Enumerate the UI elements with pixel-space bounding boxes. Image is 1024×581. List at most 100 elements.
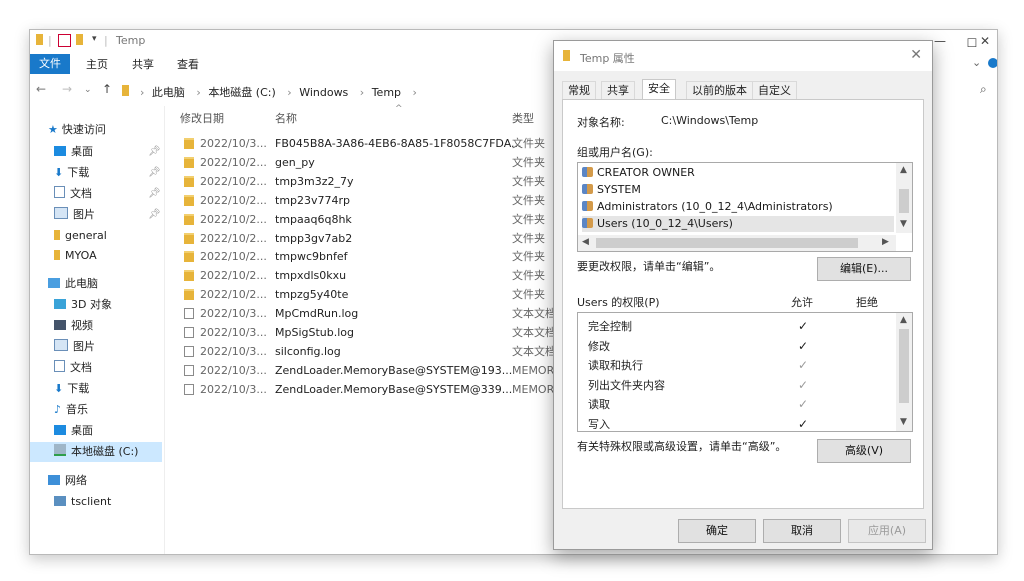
allow-check-icon: ✓ [798, 397, 809, 411]
nav-pictures[interactable]: 图片 [54, 205, 95, 225]
breadcrumb-item[interactable]: 本地磁盘 (C:) [208, 86, 275, 99]
nav-this-pc[interactable]: 此电脑 [48, 274, 98, 294]
column-header-type[interactable]: 类型 [512, 110, 534, 126]
nav-music[interactable]: ♪ 音乐 [54, 400, 88, 420]
file-type: 文件夹 [512, 137, 545, 150]
breadcrumb-item[interactable]: 此电脑 [152, 86, 185, 99]
users-listbox[interactable]: CREATOR OWNER SYSTEM Administrators (10_… [577, 162, 913, 252]
nav-videos[interactable]: 视频 [54, 316, 93, 336]
back-icon[interactable]: ← [36, 82, 46, 96]
list-item-selected[interactable]: Users (10_0_12_4\Users) [582, 216, 894, 232]
breadcrumb-item[interactable]: Windows [299, 86, 348, 99]
cancel-button[interactable]: 取消 [763, 519, 841, 543]
list-item[interactable]: Administrators (10_0_12_4\Administrators… [582, 199, 833, 215]
nav-documents[interactable]: 文档 [54, 184, 92, 204]
column-header-date[interactable]: 修改日期 [180, 110, 224, 126]
folder-icon [184, 138, 194, 149]
up-icon[interactable]: ↑ [102, 82, 112, 96]
permission-row: 读取和执行 ✓ [588, 356, 898, 375]
file-name: tmpaaq6q8hk [275, 212, 352, 226]
file-date: 2022/10/3... [200, 307, 267, 321]
allow-check-icon: ✓ [798, 377, 809, 392]
users-vertical-scrollbar[interactable]: ▲ ▼ [896, 163, 912, 233]
pin-icon[interactable]: 📌︎ [148, 167, 161, 178]
pin-icon[interactable]: 📌︎ [148, 146, 161, 157]
recent-locations-icon[interactable]: ⌄ [84, 85, 92, 95]
nav-downloads-pc[interactable]: ⬇ 下载 [54, 379, 89, 399]
scroll-thumb[interactable] [899, 189, 909, 213]
nav-quick-access[interactable]: ★ 快速访问 [48, 120, 106, 140]
scroll-thumb[interactable] [899, 329, 909, 403]
permissions-scrollbar[interactable]: ▲ ▼ [896, 313, 912, 431]
nav-myoa[interactable]: MYOA [54, 246, 97, 266]
nav-downloads[interactable]: ⬇ 下载 [54, 163, 89, 183]
file-date: 2022/10/3... [200, 382, 267, 396]
file-name: tmpwc9bnfef [275, 250, 348, 264]
file-name: tmp3m3z2_7y [275, 174, 354, 188]
ok-button[interactable]: 确定 [678, 519, 756, 543]
expand-ribbon-icon[interactable]: ⌄ [972, 56, 981, 69]
pin-icon[interactable]: 📌︎ [148, 209, 161, 220]
nav-network[interactable]: 网络 [48, 471, 87, 491]
scroll-down-icon[interactable]: ▼ [900, 219, 907, 229]
permissions-list[interactable]: 完全控制 ✓ 修改 ✓ 读取和执行 ✓ 列出文件夹内容 ✓ 读取 ✓ 写入 ✓ ▲ ▼ [577, 312, 913, 432]
ribbon-tab-share[interactable]: 共享 [132, 56, 154, 72]
download-icon: ⬇ [54, 166, 64, 179]
file-name: tmpxdls0kxu [275, 269, 347, 283]
nav-pictures-pc[interactable]: 图片 [54, 337, 95, 357]
pictures-icon [54, 339, 68, 351]
scroll-down-icon[interactable]: ▼ [900, 417, 907, 427]
ribbon-tab-view[interactable]: 查看 [177, 56, 199, 72]
pin-icon[interactable]: 📌︎ [148, 188, 161, 199]
tab-security[interactable]: 安全 [642, 79, 676, 100]
tab-customize[interactable]: 自定义 [752, 81, 797, 100]
list-item[interactable]: SYSTEM [582, 182, 641, 198]
pictures-icon [54, 207, 68, 219]
apply-button[interactable]: 应用(A) [848, 519, 926, 543]
file-icon [184, 364, 194, 376]
search-icon[interactable]: ⌕ [980, 82, 987, 97]
folder-icon [184, 270, 194, 282]
file-name: FB045B8A-3A86-4EB6-8A85-1F8058C7FDA... [275, 137, 522, 150]
user-group-icon [582, 167, 593, 177]
nav-desktop-pc[interactable]: 桌面 [54, 421, 93, 441]
customize-toolbar-icon[interactable]: ▾ [92, 34, 97, 44]
ribbon-tab-file[interactable]: 文件 [30, 54, 70, 74]
edit-button[interactable]: 编辑(E)... [817, 257, 911, 281]
advanced-button[interactable]: 高级(V) [817, 439, 911, 463]
tab-sharing[interactable]: 共享 [601, 81, 635, 100]
tab-general[interactable]: 常规 [562, 81, 596, 100]
scroll-up-icon[interactable]: ▲ [900, 315, 907, 325]
scroll-up-icon[interactable]: ▲ [900, 165, 907, 175]
ribbon-tab-home[interactable]: 主页 [86, 56, 108, 72]
folder-icon [184, 289, 194, 301]
scroll-thumb[interactable] [596, 238, 858, 248]
nav-tsclient[interactable]: tsclient [54, 492, 111, 512]
file-type: 文件夹 [512, 250, 545, 264]
allow-check-icon: ✓ [798, 319, 809, 333]
close-icon[interactable]: ✕ [965, 32, 997, 50]
nav-general[interactable]: general [54, 226, 107, 246]
nav-documents-pc[interactable]: 文档 [54, 358, 92, 378]
help-icon[interactable] [988, 58, 997, 68]
nav-desktop[interactable]: 桌面 [54, 142, 93, 162]
breadcrumb[interactable]: › 此电脑 › 本地磁盘 (C:) › Windows › Temp › [136, 84, 421, 100]
nav-3d-objects[interactable]: 3D 对象 [54, 295, 112, 315]
list-item[interactable]: CREATOR OWNER [582, 165, 695, 181]
scroll-right-icon[interactable]: ▶ [882, 237, 889, 247]
permission-row: 修改 ✓ [588, 337, 898, 356]
breadcrumb-item[interactable]: Temp [372, 86, 401, 99]
tab-previous-versions[interactable]: 以前的版本 [686, 81, 753, 100]
file-name: ZendLoader.MemoryBase@SYSTEM@339... [275, 382, 513, 396]
nav-local-disk[interactable]: 本地磁盘 (C:) [54, 442, 138, 462]
file-date: 2022/10/3... [200, 326, 267, 339]
column-header-name[interactable]: 名称 [275, 110, 297, 126]
users-horizontal-scrollbar[interactable]: ◀ ▶ [578, 235, 896, 251]
scroll-left-icon[interactable]: ◀ [582, 237, 589, 247]
file-name: MpSigStub.log [275, 326, 355, 339]
close-icon[interactable]: ✕ [910, 47, 922, 63]
properties-quick-icon[interactable] [58, 34, 71, 47]
forward-icon[interactable]: → [62, 82, 72, 96]
new-folder-quick-icon[interactable] [76, 34, 83, 45]
file-date: 2022/10/3... [200, 137, 267, 150]
